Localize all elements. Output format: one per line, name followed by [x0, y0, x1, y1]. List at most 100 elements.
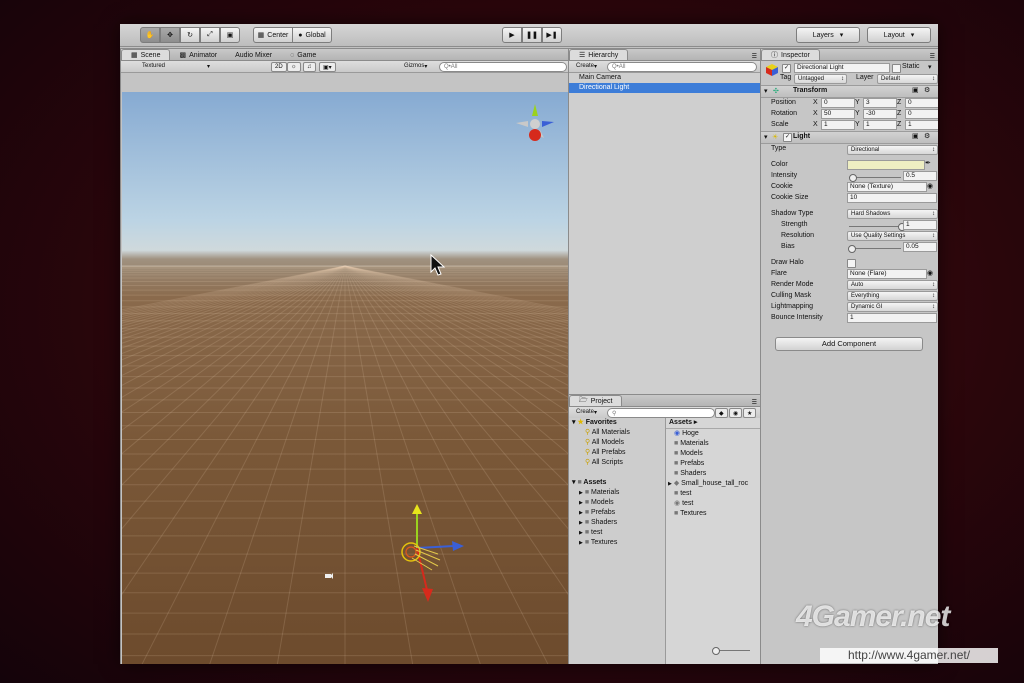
- asset-item[interactable]: ■ Textures: [666, 509, 761, 519]
- bias-slider[interactable]: [847, 245, 901, 253]
- hierarchy-item-directional-light[interactable]: Directional Light: [569, 83, 761, 93]
- light-enabled-checkbox[interactable]: ✓: [783, 133, 792, 142]
- scene-viewport[interactable]: [122, 92, 568, 664]
- asset-item[interactable]: ◉ Hoge: [666, 429, 761, 439]
- position-z-field[interactable]: 0: [905, 98, 938, 108]
- object-picker-icon[interactable]: ◉: [927, 182, 933, 190]
- rotation-z-field[interactable]: 0: [905, 109, 938, 119]
- position-x-field[interactable]: 0: [821, 98, 855, 108]
- assets-breadcrumb[interactable]: Assets ▸: [666, 418, 761, 429]
- active-checkbox[interactable]: ✓: [782, 64, 791, 73]
- strength-slider[interactable]: [849, 223, 906, 231]
- help-icon[interactable]: ▣: [912, 86, 919, 94]
- draw-halo-checkbox[interactable]: [847, 259, 856, 268]
- scale-x-field[interactable]: 1: [821, 120, 855, 130]
- pause-button[interactable]: ❚❚: [522, 27, 542, 43]
- flare-field[interactable]: None (Flare): [847, 269, 927, 279]
- asset-item[interactable]: ■ Models: [666, 449, 761, 459]
- chevron-down-icon[interactable]: ▾: [928, 63, 932, 71]
- favorite-item[interactable]: ⚲ All Scripts: [569, 458, 665, 468]
- project-search-input[interactable]: ⚲: [607, 408, 715, 418]
- asset-item[interactable]: ▶ ◆ Small_house_tall_roc: [666, 479, 761, 489]
- draw-mode-dropdown[interactable]: Textured ▾: [139, 62, 213, 70]
- cookie-field[interactable]: None (Texture): [847, 182, 927, 192]
- help-icon[interactable]: ▣: [912, 132, 919, 140]
- light-component-header[interactable]: ▾ ☀ ✓ Light ▣ ⚙: [761, 131, 938, 144]
- static-checkbox[interactable]: [892, 64, 901, 73]
- favorites-header[interactable]: ▾ ★ Favorites: [569, 418, 665, 428]
- asset-folder-item[interactable]: ▶ ■ Textures: [569, 538, 665, 548]
- render-mode-dropdown[interactable]: Auto: [847, 280, 938, 290]
- pivot-center-button[interactable]: ▦ Center: [253, 27, 293, 43]
- resolution-dropdown[interactable]: Use Quality Settings: [847, 231, 938, 241]
- hierarchy-create-dropdown[interactable]: Create ▾: [573, 62, 600, 70]
- play-button[interactable]: ▶: [502, 27, 522, 43]
- scale-y-field[interactable]: 1: [863, 120, 897, 130]
- directional-light-gizmo[interactable]: [384, 500, 474, 610]
- tab-scene[interactable]: ▦ Scene: [121, 49, 171, 60]
- tab-inspector[interactable]: ⓘ Inspector: [761, 49, 820, 60]
- step-button[interactable]: ▶❚: [542, 27, 562, 43]
- asset-item[interactable]: ■ test: [666, 489, 761, 499]
- asset-folder-item[interactable]: ▶ ■ Shaders: [569, 518, 665, 528]
- gear-icon[interactable]: ⚙: [924, 132, 930, 140]
- favorite-button[interactable]: ★: [743, 408, 757, 418]
- eyedropper-icon[interactable]: ✒: [925, 159, 931, 167]
- intensity-field[interactable]: 0.5: [903, 171, 937, 181]
- lightmapping-dropdown[interactable]: Dynamic GI: [847, 302, 938, 312]
- asset-item[interactable]: ◉ test: [666, 499, 761, 509]
- asset-folder-item[interactable]: ▶ ■ Materials: [569, 488, 665, 498]
- gear-icon[interactable]: ⚙: [924, 86, 930, 94]
- filter-by-type-button[interactable]: ◆: [715, 408, 728, 418]
- hierarchy-search-input[interactable]: Q•All: [607, 62, 757, 72]
- asset-item[interactable]: ■ Materials: [666, 439, 761, 449]
- lighting-toggle[interactable]: ☼: [287, 62, 301, 72]
- tab-project[interactable]: 🗁 Project: [569, 395, 623, 406]
- layout-dropdown[interactable]: Layout: [867, 27, 931, 43]
- strength-field[interactable]: 1: [903, 220, 937, 230]
- rect-tool-button[interactable]: ▣: [220, 27, 240, 43]
- culling-mask-dropdown[interactable]: Everything: [847, 291, 938, 301]
- object-name-field[interactable]: Directional Light: [794, 63, 890, 73]
- gizmos-dropdown[interactable]: Gizmos ▾: [401, 62, 430, 70]
- tag-dropdown[interactable]: Untagged: [794, 74, 847, 84]
- audio-toggle[interactable]: ♫: [303, 62, 316, 72]
- rotation-y-field[interactable]: -30: [863, 109, 897, 119]
- tab-audio-mixer[interactable]: Audio Mixer: [226, 50, 281, 60]
- panel-menu-icon[interactable]: ☰: [752, 53, 757, 60]
- light-color-field[interactable]: [847, 160, 925, 170]
- asset-folder-item[interactable]: ▶ ■ test: [569, 528, 665, 538]
- project-create-dropdown[interactable]: Create ▾: [573, 408, 600, 416]
- asset-folder-item[interactable]: ▶ ■ Prefabs: [569, 508, 665, 518]
- filter-by-label-button[interactable]: ◉: [729, 408, 743, 418]
- camera-gizmo-icon[interactable]: [324, 572, 334, 580]
- asset-folder-item[interactable]: ▶ ■ Models: [569, 498, 665, 508]
- bias-field[interactable]: 0.05: [903, 242, 937, 252]
- object-picker-icon[interactable]: ◉: [927, 269, 933, 277]
- space-global-button[interactable]: ● Global: [292, 27, 332, 43]
- shadow-type-dropdown[interactable]: Hard Shadows: [847, 209, 938, 219]
- scale-tool-button[interactable]: ⤢: [200, 27, 220, 43]
- panel-menu-icon[interactable]: ☰: [752, 399, 757, 406]
- asset-item[interactable]: ■ Shaders: [666, 469, 761, 479]
- move-tool-button[interactable]: ✥: [160, 27, 180, 43]
- favorite-item[interactable]: ⚲ All Prefabs: [569, 448, 665, 458]
- rotation-x-field[interactable]: 50: [821, 109, 855, 119]
- tab-hierarchy[interactable]: ☰ Hierarchy: [569, 49, 629, 60]
- position-y-field[interactable]: 3: [863, 98, 897, 108]
- hierarchy-item-main-camera[interactable]: Main Camera: [569, 73, 761, 83]
- assets-tree-header[interactable]: ▾ ■ Assets: [569, 478, 665, 488]
- transform-component-header[interactable]: ▾ ✣ Transform ▣ ⚙: [761, 85, 938, 98]
- asset-item[interactable]: ■ Prefabs: [666, 459, 761, 469]
- light-type-dropdown[interactable]: Directional: [847, 145, 938, 155]
- scene-search-input[interactable]: Q•All: [439, 62, 567, 72]
- scene-orientation-gizmo[interactable]: [508, 102, 558, 148]
- 2d-toggle[interactable]: 2D: [271, 62, 287, 72]
- tab-game[interactable]: ◌ Game: [281, 50, 325, 60]
- bounce-intensity-field[interactable]: 1: [847, 313, 937, 323]
- favorite-item[interactable]: ⚲ All Materials: [569, 428, 665, 438]
- hand-tool-button[interactable]: ✋: [140, 27, 160, 43]
- scale-z-field[interactable]: 1: [905, 120, 938, 130]
- lock-icon[interactable]: ☰: [930, 53, 935, 60]
- rotate-tool-button[interactable]: ↻: [180, 27, 200, 43]
